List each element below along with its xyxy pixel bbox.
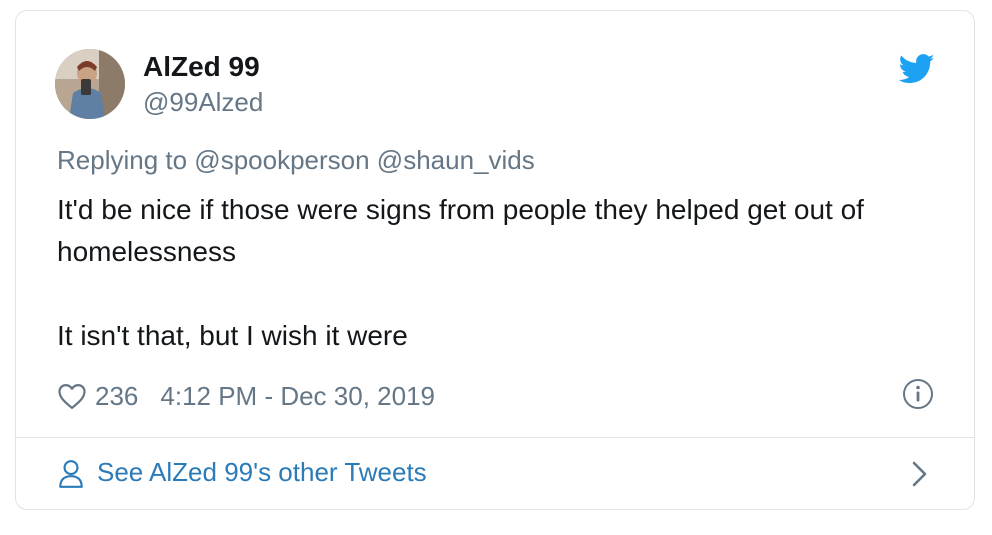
user-handle[interactable]: @99Alzed bbox=[143, 87, 263, 118]
info-icon[interactable] bbox=[902, 378, 934, 410]
tweet-paragraph: It'd be nice if those were signs from pe… bbox=[57, 194, 864, 267]
see-other-tweets-link[interactable]: See AlZed 99's other Tweets bbox=[97, 457, 427, 488]
tweet-text: It'd be nice if those were signs from pe… bbox=[57, 189, 937, 357]
tweet-meta: 236 4:12 PM - Dec 30, 2019 bbox=[57, 379, 435, 413]
twitter-bird-icon[interactable] bbox=[899, 53, 935, 85]
avatar-image bbox=[55, 49, 125, 119]
avatar[interactable] bbox=[55, 49, 125, 119]
like-count[interactable]: 236 bbox=[95, 381, 138, 412]
display-name[interactable]: AlZed 99 bbox=[143, 51, 260, 83]
chevron-right-icon[interactable] bbox=[911, 460, 929, 488]
tweet-paragraph: It isn't that, but I wish it were bbox=[57, 320, 408, 351]
heart-icon[interactable] bbox=[57, 382, 87, 410]
tweet-card[interactable]: AlZed 99 @99Alzed Replying to @spookpers… bbox=[15, 10, 975, 510]
see-other-tweets-row[interactable]: See AlZed 99's other Tweets bbox=[16, 438, 974, 509]
timestamp[interactable]: 4:12 PM - Dec 30, 2019 bbox=[160, 381, 435, 412]
person-icon bbox=[59, 460, 83, 488]
replying-to[interactable]: Replying to @spookperson @shaun_vids bbox=[57, 145, 535, 176]
